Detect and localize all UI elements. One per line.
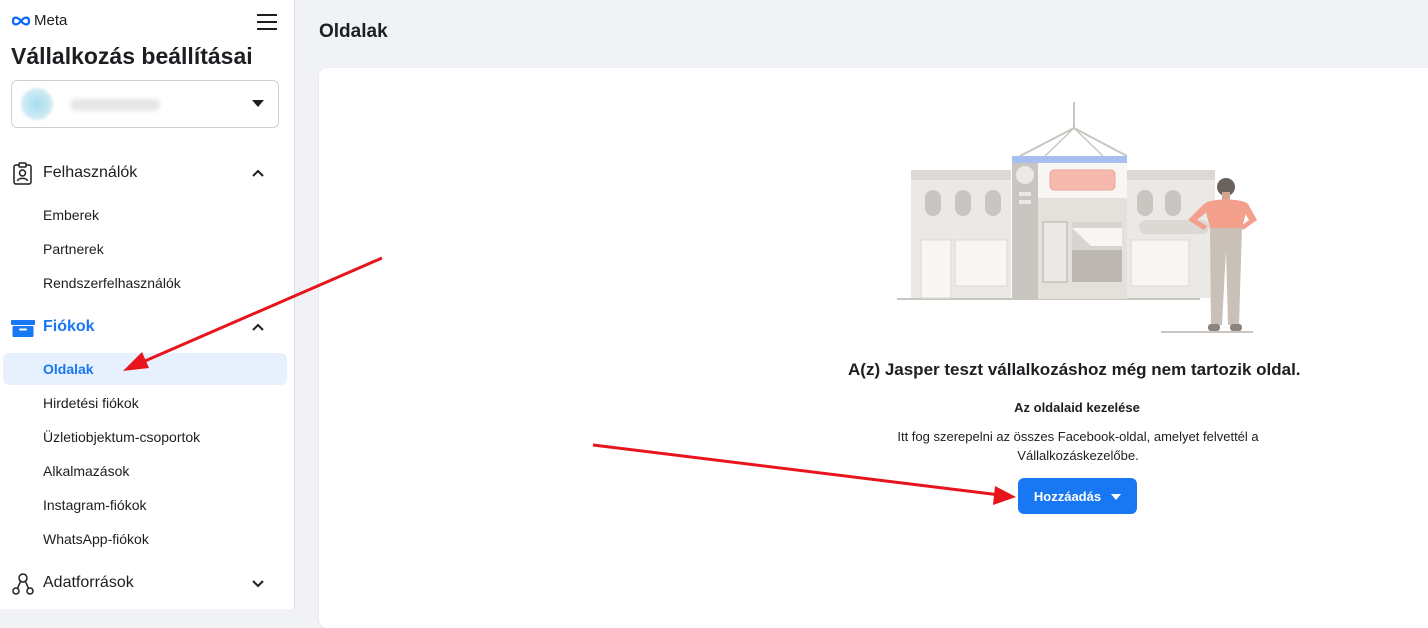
sidebar-item-rendszerfelhasznalok[interactable]: Rendszerfelhasználók: [3, 267, 287, 299]
sidebar-item-label: Instagram-fiókok: [43, 497, 147, 513]
content-card: [319, 68, 1428, 628]
sidebar-item-hirdetesi-fiokok[interactable]: Hirdetési fiókok: [3, 387, 287, 419]
section-users-label: Felhasználók: [43, 164, 138, 181]
business-name-blurred: [70, 99, 160, 111]
empty-state-subtitle: Az oldalaid kezelése: [1014, 400, 1140, 415]
caret-down-icon: [252, 100, 264, 107]
empty-state-title: A(z) Jasper teszt vállalkozáshoz még nem…: [848, 360, 1301, 379]
users-badge-icon: [13, 162, 32, 185]
sidebar: Meta Vállalkozás beállításai Felhasználó…: [0, 0, 295, 609]
sidebar-item-label: Rendszerfelhasználók: [43, 275, 181, 291]
sidebar-item-label: Alkalmazások: [43, 463, 130, 479]
caret-down-icon: [1111, 494, 1122, 500]
section-data-sources[interactable]: Adatforrások: [0, 568, 295, 598]
empty-state-description: Itt fog szerepelni az összes Facebook-ol…: [897, 429, 1259, 463]
sidebar-item-emberek[interactable]: Emberek: [3, 199, 287, 231]
sidebar-item-label: Partnerek: [43, 241, 104, 257]
accounts-folder-icon: [11, 320, 35, 337]
section-accounts-label: Fiókok: [43, 318, 95, 335]
meta-infinity-icon: [11, 16, 31, 25]
add-button-label: Hozzáadás: [1033, 488, 1102, 504]
chevron-up-icon: [252, 323, 264, 331]
chevron-up-icon: [252, 169, 264, 177]
data-sources-icon: [12, 573, 34, 595]
storefront-illustration: [897, 102, 1257, 333]
add-button[interactable]: Hozzáadás: [1018, 478, 1137, 514]
sidebar-item-label: Üzletiobjektum-csoportok: [43, 429, 201, 445]
sidebar-item-partnerek[interactable]: Partnerek: [3, 233, 287, 265]
section-data-sources-label: Adatforrások: [43, 574, 134, 591]
settings-heading: Vállalkozás beállításai: [11, 43, 253, 69]
sidebar-item-label: Emberek: [43, 207, 100, 223]
sidebar-item-uzletiobjektum-csoportok[interactable]: Üzletiobjektum-csoportok: [3, 421, 287, 453]
sidebar-item-label: Oldalak: [43, 361, 94, 377]
section-accounts[interactable]: Fiókok: [0, 312, 295, 342]
page-title: Oldalak: [319, 21, 388, 42]
sidebar-item-alkalmazasok[interactable]: Alkalmazások: [3, 455, 287, 487]
sidebar-item-label: Hirdetési fiókok: [43, 395, 139, 411]
menu-icon[interactable]: [257, 13, 277, 31]
sidebar-item-whatsapp-fiokok[interactable]: WhatsApp-fiókok: [3, 523, 287, 555]
sidebar-item-instagram-fiokok[interactable]: Instagram-fiókok: [3, 489, 287, 521]
meta-logo[interactable]: Meta: [11, 12, 67, 29]
sidebar-item-label: WhatsApp-fiókok: [43, 531, 149, 547]
sidebar-item-oldalak[interactable]: Oldalak: [3, 353, 287, 385]
section-users[interactable]: Felhasználók: [0, 158, 295, 188]
business-selector[interactable]: [11, 80, 279, 128]
business-avatar: [21, 88, 53, 120]
chevron-down-icon: [252, 580, 264, 588]
meta-wordmark: Meta: [34, 12, 68, 29]
